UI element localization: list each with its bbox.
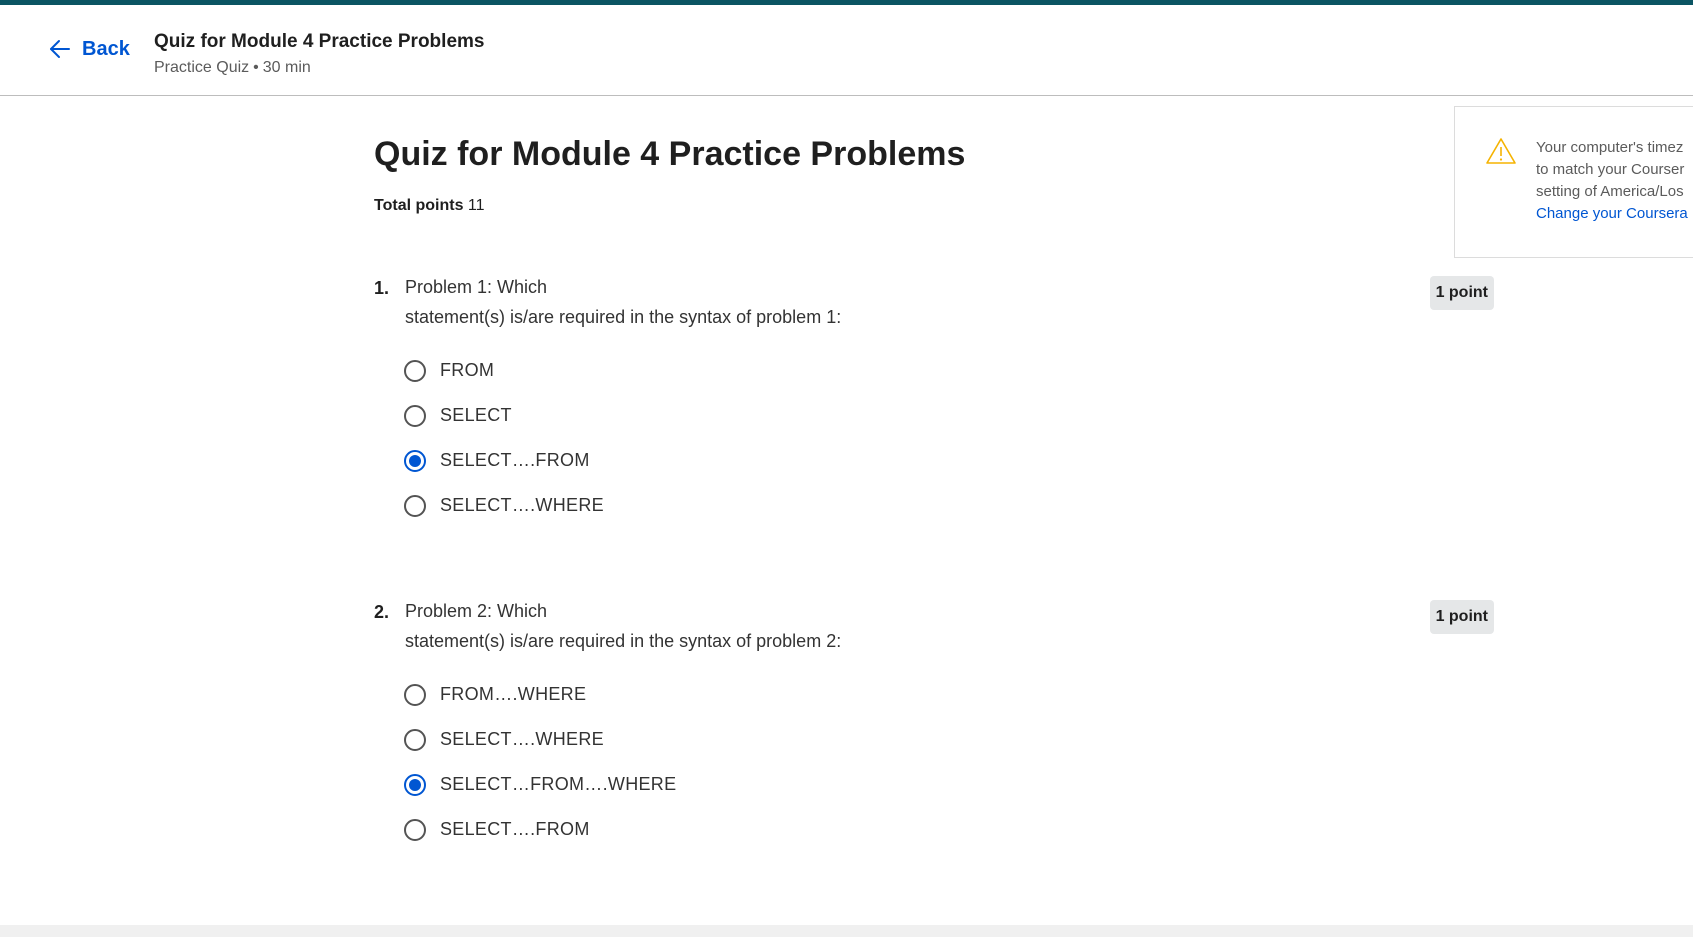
question-text-line1: Problem 1: Which: [405, 277, 548, 297]
page-title: Quiz for Module 4 Practice Problems: [374, 135, 966, 173]
question-text-line1: Problem 2: Which: [405, 601, 548, 621]
arrow-left-icon: [50, 40, 70, 58]
header-subtitle: Practice Quiz • 30 min: [154, 59, 311, 77]
notice-line-3: setting of America/Los: [1536, 183, 1684, 200]
question-text: Problem 1: Which statement(s) is/are req…: [405, 272, 1005, 332]
radio-button[interactable]: [404, 359, 426, 382]
radio-button[interactable]: [404, 404, 426, 427]
question-text-line2: statement(s) is/are required in the synt…: [405, 307, 842, 327]
answer-option[interactable]: SELECT….WHERE: [404, 717, 676, 762]
radio-button-checked[interactable]: [404, 773, 426, 796]
footer-strip: [0, 925, 1693, 937]
radio-button[interactable]: [404, 818, 426, 841]
question-text: Problem 2: Which statement(s) is/are req…: [405, 596, 1005, 656]
answer-option[interactable]: FROM: [404, 348, 604, 393]
answer-option[interactable]: FROM….WHERE: [404, 672, 676, 717]
total-points: Total points 11: [374, 197, 485, 215]
option-label: SELECT…FROM….WHERE: [440, 774, 677, 794]
answer-options: FROM….WHERE SELECT….WHERE SELECT…FROM….W…: [404, 672, 676, 852]
answer-option[interactable]: SELECT: [404, 393, 604, 438]
back-button-label: Back: [82, 37, 130, 60]
option-label: FROM: [440, 360, 495, 380]
points-badge: 1 point: [1429, 600, 1494, 634]
option-label: SELECT: [440, 405, 512, 425]
option-label: SELECT….FROM: [440, 450, 590, 470]
option-label: SELECT….WHERE: [440, 729, 604, 749]
radio-button[interactable]: [404, 494, 426, 517]
quiz-type: Practice Quiz: [154, 59, 250, 76]
subtitle-separator: •: [253, 59, 259, 76]
total-points-label: Total points: [374, 197, 464, 214]
answer-options: FROM SELECT SELECT….FROM SELECT….WHERE: [404, 348, 604, 528]
radio-button-checked[interactable]: [404, 449, 426, 472]
question-number: 1.: [374, 278, 390, 298]
timezone-notice: Your computer's timez to match your Cour…: [1454, 106, 1693, 258]
total-points-value: 11: [467, 197, 485, 214]
option-label: SELECT….WHERE: [440, 495, 604, 515]
answer-option[interactable]: SELECT….WHERE: [404, 483, 604, 528]
back-button[interactable]: Back: [48, 37, 130, 61]
quiz-duration: 30 min: [262, 59, 311, 76]
points-badge: 1 point: [1429, 276, 1494, 310]
answer-option[interactable]: SELECT….FROM: [404, 807, 676, 852]
question-number: 2.: [374, 602, 390, 622]
notice-line-2: to match your Courser: [1536, 161, 1685, 178]
question-text-line2: statement(s) is/are required in the synt…: [405, 631, 842, 651]
answer-option-selected[interactable]: SELECT…FROM….WHERE: [404, 762, 676, 807]
answer-option-selected[interactable]: SELECT….FROM: [404, 438, 604, 483]
notice-text: Your computer's timez to match your Cour…: [1536, 137, 1688, 225]
notice-line-1: Your computer's timez: [1536, 139, 1684, 156]
page-header: Back Quiz for Module 4 Practice Problems…: [0, 5, 1693, 96]
change-timezone-link[interactable]: Change your Coursera: [1536, 203, 1688, 225]
header-title: Quiz for Module 4 Practice Problems: [154, 31, 485, 52]
radio-button[interactable]: [404, 728, 426, 751]
option-label: SELECT….FROM: [440, 819, 590, 839]
warning-triangle-icon: [1486, 138, 1516, 164]
radio-button[interactable]: [404, 683, 426, 706]
option-label: FROM….WHERE: [440, 684, 587, 704]
